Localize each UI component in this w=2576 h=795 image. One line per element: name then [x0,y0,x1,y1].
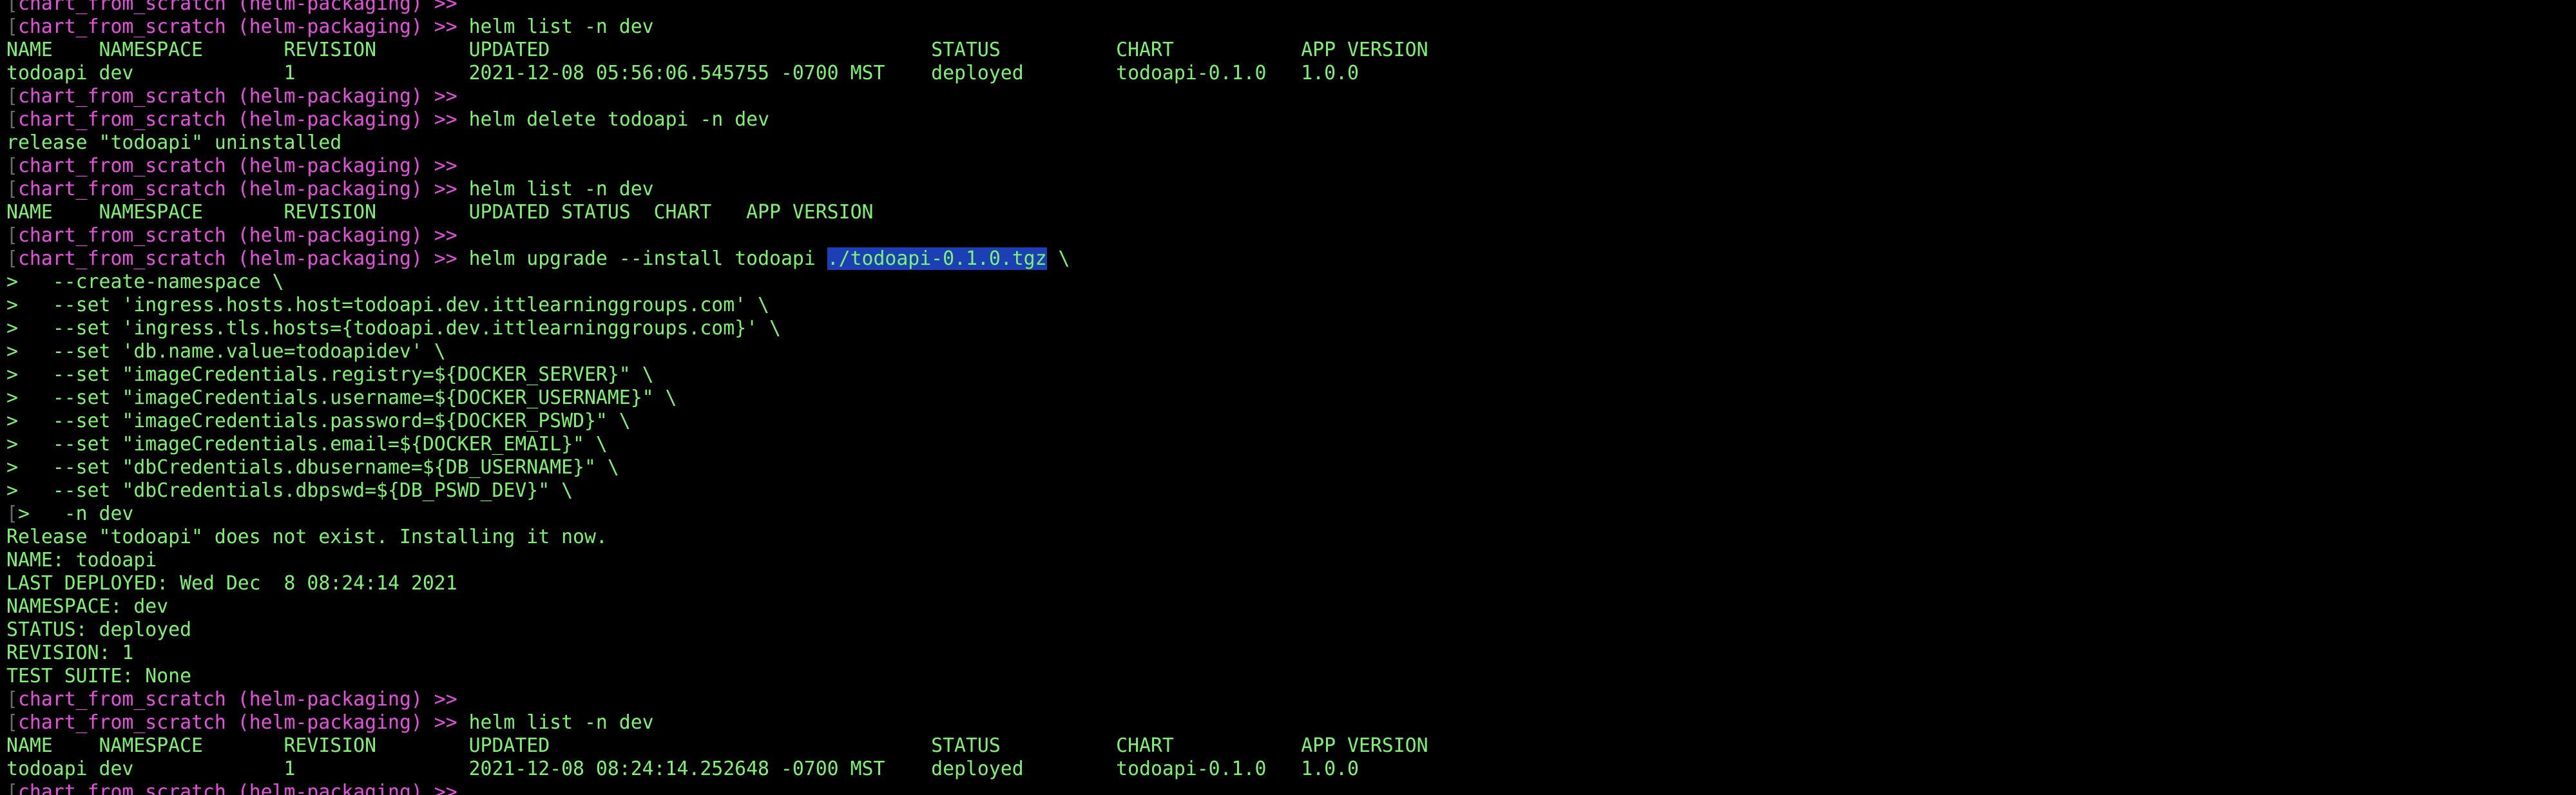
terminal-text: > --set "imageCredentials.registry=${DOC… [6,363,654,386]
prompt-line: [chart_from_scratch (helm-packaging) >> … [6,108,1428,131]
output-line: > --set "imageCredentials.registry=${DOC… [6,363,1428,387]
output-line: NAME: todoapi [6,549,1428,572]
terminal-text: helm delete todoapi -n dev [457,108,770,131]
output-line: todoapi dev 1 2021-12-08 05:56:06.545755… [6,62,1428,85]
output-line: REVISION: 1 [6,642,1428,665]
output-line: > --set 'ingress.hosts.host=todoapi.dev.… [6,294,1428,317]
terminal-text: > --create-namespace \ [6,271,284,293]
shell-prompt: chart_from_scratch (helm-packaging) >> [17,155,457,177]
line-marker: [ [6,0,18,15]
shell-prompt: chart_from_scratch (helm-packaging) >> [17,85,457,108]
output-line: LAST DEPLOYED: Wed Dec 8 08:24:14 2021 [6,572,1428,595]
prompt-line: [chart_from_scratch (helm-packaging) >> [6,155,1428,178]
terminal-text: helm list -n dev [457,15,654,38]
prompt-line: [chart_from_scratch (helm-packaging) >> … [6,711,1428,734]
line-marker: [ [6,688,18,711]
output-line: todoapi dev 1 2021-12-08 08:24:14.252648… [6,758,1428,781]
shell-prompt: chart_from_scratch (helm-packaging) >> [17,0,457,15]
line-marker: [ [6,155,18,177]
terminal-text: TEST SUITE: None [6,665,192,687]
selected-text[interactable]: ./todoapi-0.1.0.tgz [827,247,1047,270]
terminal-text: NAME NAMESPACE REVISION UPDATED STATUS C… [6,734,1428,757]
terminal-text: > --set 'ingress.hosts.host=todoapi.dev.… [6,294,769,316]
line-marker: [ [6,224,18,247]
shell-prompt: chart_from_scratch (helm-packaging) >> [17,781,457,795]
terminal-text: NAMESPACE: dev [6,595,169,618]
terminal-text: release "todoapi" uninstalled [6,131,342,154]
output-line: [> -n dev [6,503,1428,526]
terminal-output[interactable]: [chart_from_scratch (helm-packaging) >>[… [6,0,1428,795]
terminal-text: todoapi dev 1 2021-12-08 05:56:06.545755… [6,62,1359,84]
terminal-text: NAME NAMESPACE REVISION UPDATED STATUS C… [6,39,1428,61]
terminal-text: helm upgrade --install todoapi [457,247,827,270]
line-marker: [ [6,108,18,131]
shell-prompt: chart_from_scratch (helm-packaging) >> [17,247,457,270]
terminal-text: REVISION: 1 [6,642,134,664]
line-marker: [ [6,711,18,734]
prompt-line: [chart_from_scratch (helm-packaging) >> … [6,15,1428,39]
shell-prompt: chart_from_scratch (helm-packaging) >> [17,688,457,711]
line-marker: [ [6,503,18,525]
line-marker: [ [6,247,18,270]
output-line: > --create-namespace \ [6,271,1428,294]
prompt-line: [chart_from_scratch (helm-packaging) >> [6,85,1428,108]
output-line: > --set "imageCredentials.password=${DOC… [6,410,1428,433]
output-line: STATUS: deployed [6,618,1428,642]
terminal-text: > --set 'ingress.tls.hosts={todoapi.dev.… [6,317,781,340]
output-line: NAME NAMESPACE REVISION UPDATED STATUS C… [6,201,1428,224]
terminal-text: NAME: todoapi [6,549,157,571]
terminal-text: Release "todoapi" does not exist. Instal… [6,526,608,548]
terminal-text: NAME NAMESPACE REVISION UPDATED STATUS C… [6,201,874,224]
output-line: release "todoapi" uninstalled [6,131,1428,155]
prompt-line: [chart_from_scratch (helm-packaging) >> [6,781,1428,795]
prompt-line: [chart_from_scratch (helm-packaging) >> … [6,178,1428,201]
prompt-line: [chart_from_scratch (helm-packaging) >> [6,224,1428,247]
terminal-text: > --set "imageCredentials.username=${DOC… [6,387,677,409]
prompt-line: [chart_from_scratch (helm-packaging) >> [6,0,1428,15]
terminal-text: > -n dev [17,503,134,525]
shell-prompt: chart_from_scratch (helm-packaging) >> [17,711,457,734]
terminal-text: todoapi dev 1 2021-12-08 08:24:14.252648… [6,758,1359,780]
line-marker: [ [6,85,18,108]
output-line: > --set 'db.name.value=todoapidev' \ [6,340,1428,363]
output-line: > --set 'ingress.tls.hosts={todoapi.dev.… [6,317,1428,340]
terminal-text: > --set "dbCredentials.dbusername=${DB_U… [6,456,619,479]
line-marker: [ [6,781,18,795]
output-line: TEST SUITE: None [6,665,1428,688]
output-line: Release "todoapi" does not exist. Instal… [6,526,1428,549]
line-marker: [ [6,15,18,38]
shell-prompt: chart_from_scratch (helm-packaging) >> [17,224,457,247]
shell-prompt: chart_from_scratch (helm-packaging) >> [17,15,457,38]
output-line: > --set "dbCredentials.dbpswd=${DB_PSWD_… [6,479,1428,503]
shell-prompt: chart_from_scratch (helm-packaging) >> [17,108,457,131]
output-line: > --set "imageCredentials.username=${DOC… [6,387,1428,410]
terminal-text: helm list -n dev [457,711,654,734]
output-line: NAMESPACE: dev [6,595,1428,618]
terminal-text: helm list -n dev [457,178,654,200]
terminal-text: > --set 'db.name.value=todoapidev' \ [6,340,446,363]
prompt-line: [chart_from_scratch (helm-packaging) >> … [6,247,1428,271]
terminal-text: > --set "imageCredentials.email=${DOCKER… [6,433,608,455]
terminal-text: > --set "dbCredentials.dbpswd=${DB_PSWD_… [6,479,573,502]
output-line: > --set "imageCredentials.email=${DOCKER… [6,433,1428,456]
output-line: NAME NAMESPACE REVISION UPDATED STATUS C… [6,734,1428,758]
prompt-line: [chart_from_scratch (helm-packaging) >> [6,688,1428,711]
terminal-window[interactable]: [chart_from_scratch (helm-packaging) >>[… [0,0,2576,795]
output-line: NAME NAMESPACE REVISION UPDATED STATUS C… [6,39,1428,62]
terminal-text: STATUS: deployed [6,618,192,641]
shell-prompt: chart_from_scratch (helm-packaging) >> [17,178,457,200]
terminal-text: LAST DEPLOYED: Wed Dec 8 08:24:14 2021 [6,572,457,595]
output-line: > --set "dbCredentials.dbusername=${DB_U… [6,456,1428,479]
terminal-text: > --set "imageCredentials.password=${DOC… [6,410,631,432]
terminal-text: \ [1046,247,1070,270]
line-marker: [ [6,178,18,200]
